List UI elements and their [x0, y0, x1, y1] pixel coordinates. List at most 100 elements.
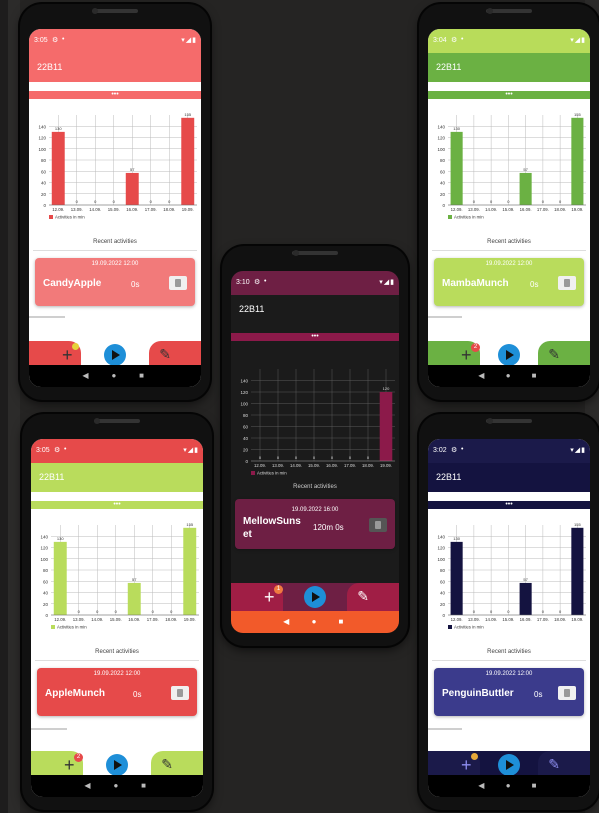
- bar: [53, 541, 67, 615]
- y-tick-label: 60: [440, 579, 446, 584]
- recents-icon[interactable]: ■: [532, 781, 537, 790]
- x-tick-label: 13.09.: [468, 207, 480, 212]
- play-icon[interactable]: [498, 754, 520, 776]
- trash-icon[interactable]: [558, 276, 576, 290]
- card-date: 19.09.2022 12:00: [485, 671, 533, 677]
- back-icon[interactable]: ◀: [478, 781, 484, 790]
- trash-icon[interactable]: [171, 686, 189, 700]
- x-tick-label: 17.09.: [344, 463, 356, 468]
- scrollbar[interactable]: [31, 728, 67, 730]
- recents-icon[interactable]: ■: [532, 371, 537, 380]
- recents-icon[interactable]: ■: [139, 371, 144, 380]
- activity-card[interactable]: 19.09.2022 16:00 MellowSuns et 120m 0s: [235, 499, 395, 549]
- phone-mambamunch: 3:04 ⚙ • ▾◢▮ 22B11 ••• 0 20 40 60 80 100 120 14…: [419, 4, 599, 400]
- collapse-handle[interactable]: •••: [428, 91, 590, 99]
- home-icon[interactable]: ●: [506, 781, 511, 790]
- card-duration: 0s: [133, 690, 142, 699]
- y-tick-label: 40: [43, 591, 49, 596]
- x-tick-label: 12.09.: [254, 463, 266, 468]
- card-name-line2: et: [243, 529, 252, 540]
- phone-penguinbuttler: 3:02 ⚙ • ▾◢▮ 22B11 ••• 0 20 40 60 80 100 120 14…: [419, 414, 599, 810]
- x-tick-label: 14.09.: [290, 463, 302, 468]
- pencil-icon[interactable]: ✎: [161, 756, 173, 773]
- play-icon[interactable]: [304, 586, 326, 608]
- app-bar: 22B11: [428, 463, 590, 492]
- scrollbar[interactable]: [428, 728, 462, 730]
- y-tick-label: 60: [243, 425, 249, 430]
- x-tick-label: 17.09.: [147, 617, 159, 622]
- y-tick-label: 80: [243, 413, 249, 418]
- app-title: 22B11: [39, 472, 65, 482]
- y-tick-label: 20: [43, 602, 49, 607]
- card-name: AppleMunch: [45, 688, 105, 699]
- legend-swatch: [251, 471, 255, 475]
- y-tick-label: 20: [243, 448, 249, 453]
- activity-card[interactable]: 19.09.2022 12:00 MambaMunch 0s: [434, 258, 584, 306]
- play-icon[interactable]: [106, 754, 128, 776]
- plus-icon[interactable]: +: [461, 755, 472, 775]
- x-tick-label: 15.09.: [108, 207, 120, 212]
- trash-icon[interactable]: [369, 518, 387, 532]
- trash-icon[interactable]: [558, 686, 576, 700]
- x-tick-label: 14.09.: [485, 207, 497, 212]
- scrollbar[interactable]: [428, 316, 462, 318]
- recents-icon[interactable]: ■: [141, 781, 146, 790]
- plus-icon[interactable]: +: [64, 755, 75, 775]
- gear-icon: ⚙: [254, 279, 261, 286]
- bar-value-label: 0: [473, 609, 476, 614]
- collapse-handle[interactable]: •••: [31, 501, 203, 509]
- back-icon[interactable]: ◀: [478, 371, 484, 380]
- y-tick-label: 40: [440, 591, 446, 596]
- x-tick-label: 13.09.: [468, 617, 480, 622]
- back-icon[interactable]: ◀: [84, 781, 90, 790]
- x-tick-label: 14.09.: [89, 207, 101, 212]
- back-icon[interactable]: ◀: [82, 371, 88, 380]
- pencil-icon[interactable]: ✎: [548, 346, 560, 363]
- app-title: 22B11: [239, 304, 265, 314]
- status-time: 3:05: [36, 447, 50, 454]
- home-icon[interactable]: ●: [312, 617, 317, 626]
- bar-value-label: 57: [523, 577, 528, 582]
- activity-card[interactable]: 19.09.2022 12:00 AppleMunch 0s: [37, 668, 197, 716]
- plus-icon[interactable]: +: [264, 587, 275, 607]
- play-icon[interactable]: [104, 344, 126, 366]
- x-tick-label: 13.09.: [73, 617, 85, 622]
- status-bar: 3:04 ⚙ • ▾◢▮: [428, 29, 590, 53]
- y-tick-label: 60: [440, 169, 446, 174]
- scrollbar[interactable]: [29, 316, 65, 318]
- trash-icon[interactable]: [169, 276, 187, 290]
- recents-icon[interactable]: ■: [339, 617, 344, 626]
- y-tick-label: 100: [240, 402, 248, 407]
- collapse-handle[interactable]: •••: [29, 91, 201, 99]
- y-tick-label: 120: [240, 390, 248, 395]
- system-nav-bar: ◀ ● ■: [31, 775, 203, 797]
- system-nav-bar: ◀ ● ■: [428, 365, 590, 387]
- play-icon[interactable]: [498, 344, 520, 366]
- screen: 3:05 ⚙ • ▾◢▮ 22B11 ••• 0 20 40 60 80 100 120 14…: [31, 439, 203, 797]
- system-nav-bar: ◀ ● ■: [29, 365, 201, 387]
- pencil-icon[interactable]: ✎: [159, 346, 171, 363]
- bar-value-label: 0: [113, 199, 116, 204]
- bar-value-label: 57: [130, 167, 135, 172]
- screen: 3:10 ⚙ • ▾◢▮ 22B11 ••• 0 20 40 60 80 100 120 14…: [231, 271, 399, 633]
- pencil-icon[interactable]: ✎: [357, 588, 369, 605]
- activity-card[interactable]: 19.09.2022 12:00 CandyApple 0s: [35, 258, 195, 306]
- back-icon[interactable]: ◀: [283, 617, 289, 626]
- collapse-handle[interactable]: •••: [231, 333, 399, 341]
- recent-activities-label: Recent activities: [487, 239, 531, 245]
- x-tick-label: 16.09.: [128, 617, 140, 622]
- y-tick-label: 140: [40, 534, 48, 539]
- home-icon[interactable]: ●: [112, 371, 117, 380]
- y-tick-label: 140: [38, 124, 46, 129]
- plus-icon[interactable]: +: [461, 345, 472, 365]
- plus-icon[interactable]: +: [62, 345, 73, 365]
- activity-card[interactable]: 19.09.2022 12:00 PenguinButtler 0s: [434, 668, 584, 716]
- y-tick-label: 0: [43, 203, 46, 208]
- collapse-handle[interactable]: •••: [428, 501, 590, 509]
- home-icon[interactable]: ●: [114, 781, 119, 790]
- home-icon[interactable]: ●: [506, 371, 511, 380]
- app-bar: 22B11: [29, 53, 201, 82]
- x-tick-label: 17.09.: [537, 207, 549, 212]
- pencil-icon[interactable]: ✎: [548, 756, 560, 773]
- recent-activities-label: Recent activities: [95, 649, 139, 655]
